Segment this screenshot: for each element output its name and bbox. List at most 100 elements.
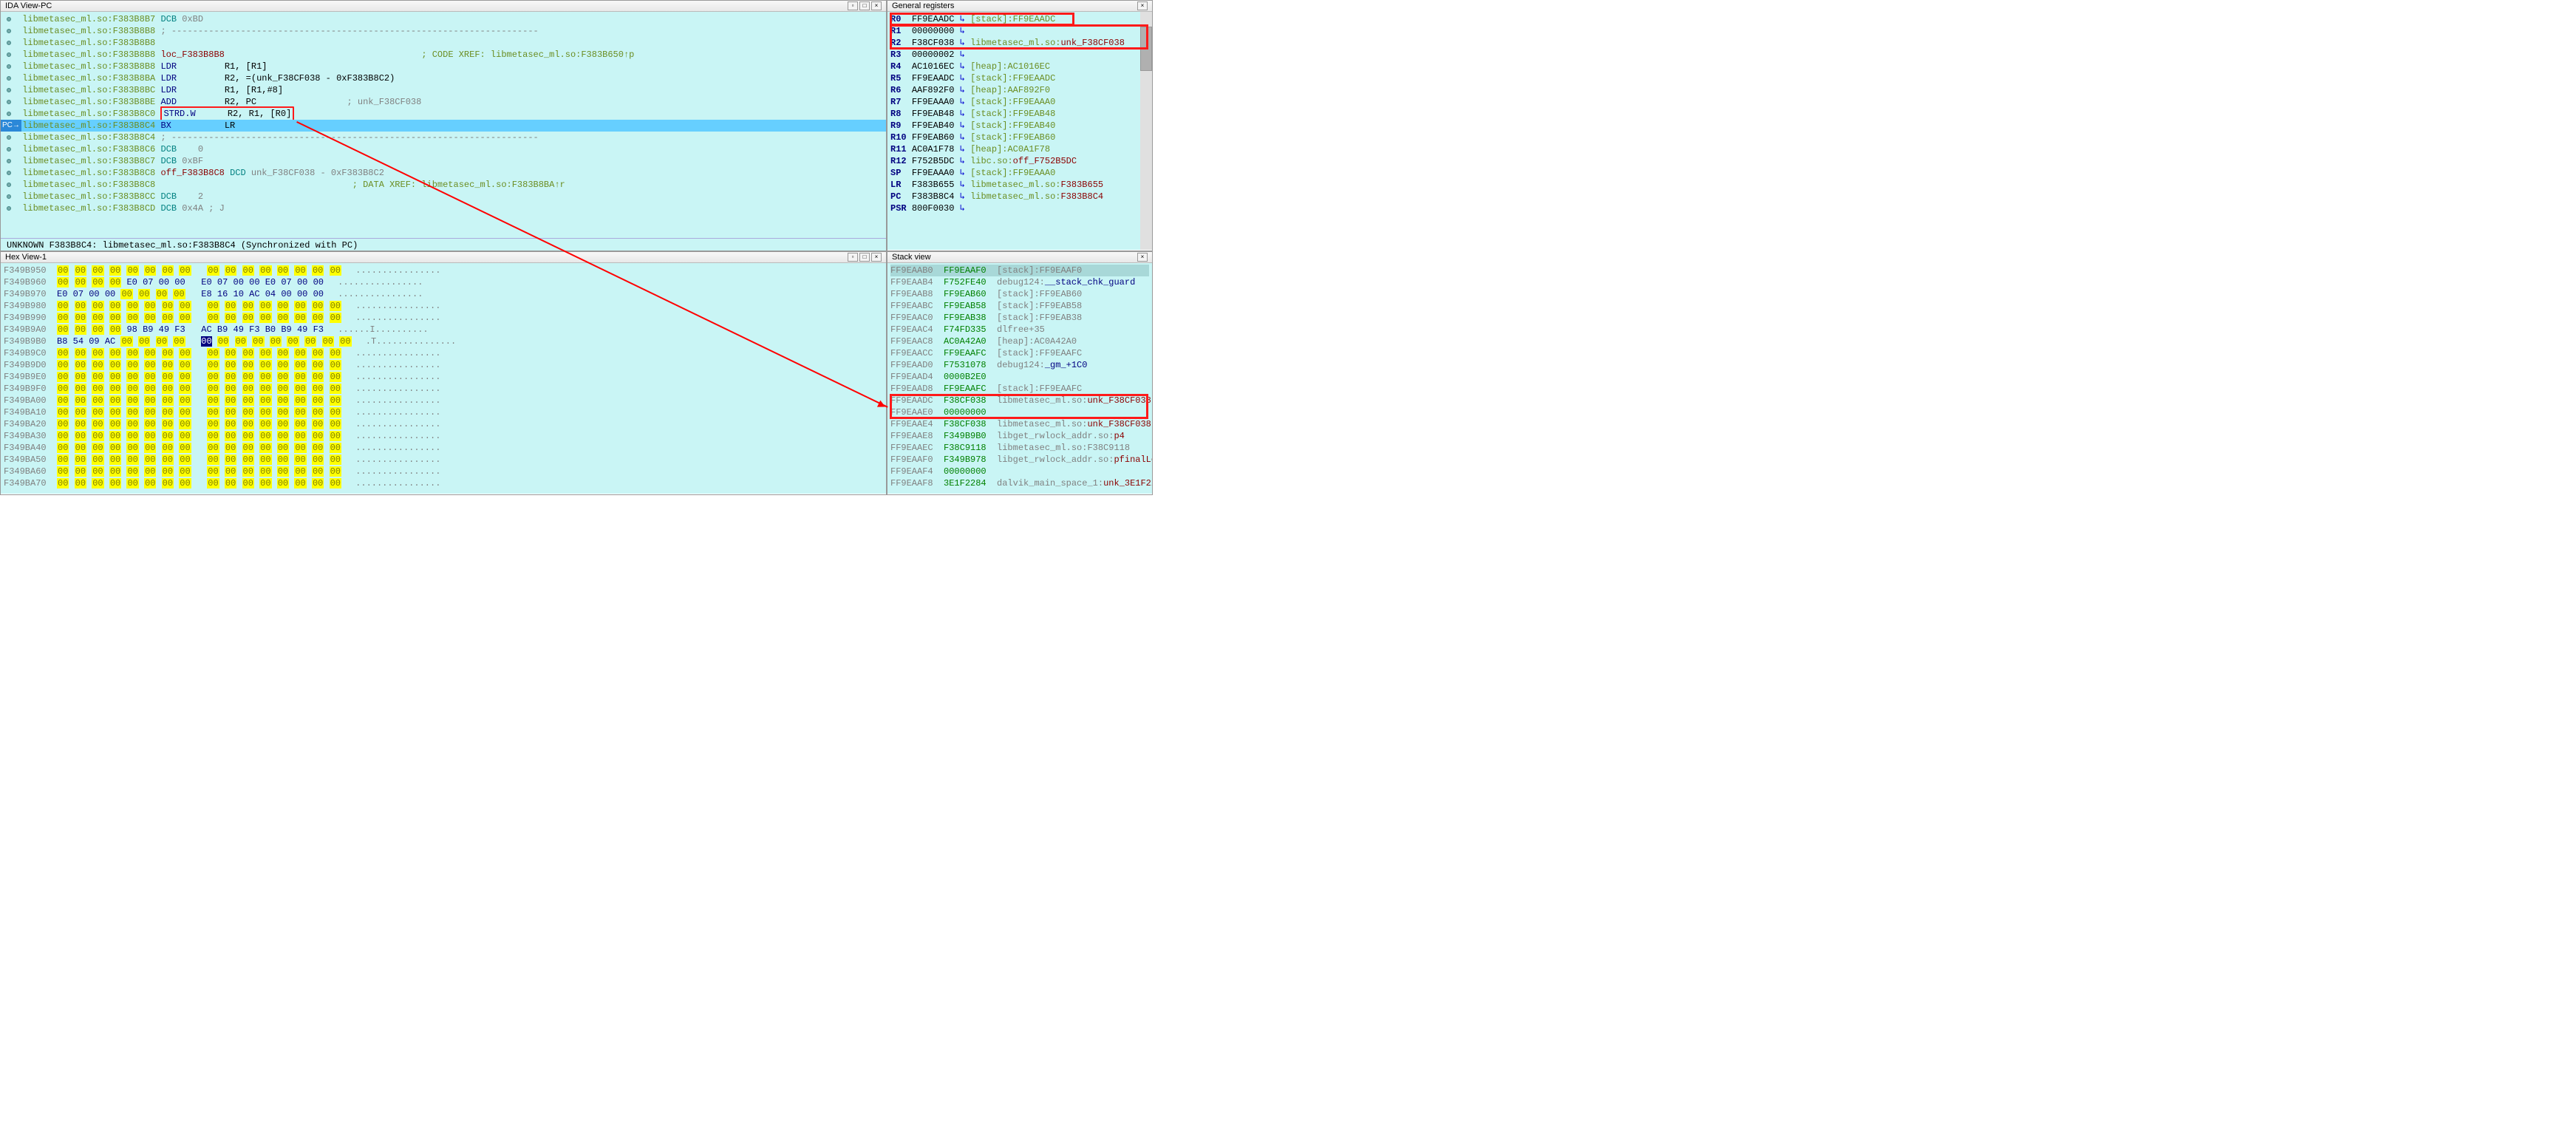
register-row[interactable]: R12 F752B5DC ↳ libc.so:off_F752B5DC — [890, 155, 1149, 167]
stack-row[interactable]: FF9EAAB8 FF9EAB60 [stack]:FF9EAB60 — [890, 288, 1149, 300]
pane-float-icon[interactable]: ▫ — [848, 253, 858, 262]
disasm-line[interactable]: libmetasec_ml.so:F383B8C6 DCB 0 — [1, 143, 886, 155]
hex-listing[interactable]: F349B950 00 00 00 00 00 00 00 00 00 00 0… — [1, 263, 886, 494]
pane-float-icon[interactable]: ▫ — [848, 1, 858, 10]
hex-row[interactable]: F349BA10 00 00 00 00 00 00 00 00 00 00 0… — [4, 406, 883, 418]
disasm-line[interactable]: libmetasec_ml.so:F383B8BC LDR R1, [R1,#8… — [1, 84, 886, 96]
register-row[interactable]: R6 AAF892F0 ↳ [heap]:AAF892F0 — [890, 84, 1149, 96]
pane-close-icon[interactable]: × — [871, 1, 882, 10]
hex-row[interactable]: F349B9F0 00 00 00 00 00 00 00 00 00 00 0… — [4, 383, 883, 395]
pane-close-icon[interactable]: × — [1137, 253, 1148, 262]
fold-bullet-icon[interactable] — [7, 135, 11, 140]
stack-row[interactable]: FF9EAAE8 F349B9B0 libget_rwlock_addr.so:… — [890, 430, 1149, 442]
hex-row[interactable]: F349BA70 00 00 00 00 00 00 00 00 00 00 0… — [4, 477, 883, 489]
fold-bullet-icon[interactable] — [7, 159, 11, 163]
stack-row[interactable]: FF9EAAB0 FF9EAAF0 [stack]:FF9EAAF0 — [890, 265, 1149, 276]
register-row[interactable]: SP FF9EAAA0 ↳ [stack]:FF9EAAA0 — [890, 167, 1149, 179]
stack-row[interactable]: FF9EAAE0 00000000 — [890, 406, 1149, 418]
fold-bullet-icon[interactable] — [7, 147, 11, 151]
register-row[interactable]: R4 AC1016EC ↳ [heap]:AC1016EC — [890, 61, 1149, 72]
stack-row[interactable]: FF9EAADC F38CF038 libmetasec_ml.so:unk_F… — [890, 395, 1149, 406]
register-row[interactable]: R10 FF9EAB60 ↳ [stack]:FF9EAB60 — [890, 132, 1149, 143]
fold-bullet-icon[interactable] — [7, 206, 11, 211]
fold-bullet-icon[interactable] — [7, 52, 11, 57]
fold-bullet-icon[interactable] — [7, 183, 11, 187]
stack-row[interactable]: FF9EAAC8 AC0A42A0 [heap]:AC0A42A0 — [890, 336, 1149, 347]
disasm-line[interactable]: libmetasec_ml.so:F383B8BE ADD R2, PC ; u… — [1, 96, 886, 108]
stack-row[interactable]: FF9EAAD8 FF9EAAFC [stack]:FF9EAAFC — [890, 383, 1149, 395]
fold-bullet-icon[interactable] — [7, 64, 11, 69]
stack-row[interactable]: FF9EAAE4 F38CF038 libmetasec_ml.so:unk_F… — [890, 418, 1149, 430]
register-row[interactable]: PSR 800F0030 ↳ — [890, 202, 1149, 214]
stack-row[interactable]: FF9EAAD4 0000B2E0 — [890, 371, 1149, 383]
disasm-line[interactable]: libmetasec_ml.so:F383B8BA LDR R2, =(unk_… — [1, 72, 886, 84]
stack-row[interactable]: FF9EAABC FF9EAB58 [stack]:FF9EAB58 — [890, 300, 1149, 312]
disasm-line[interactable]: libmetasec_ml.so:F383B8C0 STRD.W R2, R1,… — [1, 108, 886, 120]
disasm-line[interactable]: libmetasec_ml.so:F383B8C7 DCB 0xBF — [1, 155, 886, 167]
register-row[interactable]: R8 FF9EAB48 ↳ [stack]:FF9EAB48 — [890, 108, 1149, 120]
hex-row[interactable]: F349BA30 00 00 00 00 00 00 00 00 00 00 0… — [4, 430, 883, 442]
stack-listing[interactable]: FF9EAAB0 FF9EAAF0 [stack]:FF9EAAF0FF9EAA… — [887, 263, 1152, 494]
hex-row[interactable]: F349B9B0 B8 54 09 AC 00 00 00 00 00 00 0… — [4, 336, 883, 347]
disasm-line[interactable]: libmetasec_ml.so:F383B8CD DCB 0x4A ; J — [1, 202, 886, 214]
disasm-line[interactable]: libmetasec_ml.so:F383B8B8 LDR R1, [R1] — [1, 61, 886, 72]
register-row[interactable]: R11 AC0A1F78 ↳ [heap]:AC0A1F78 — [890, 143, 1149, 155]
disassembly-listing[interactable]: libmetasec_ml.so:F383B8B7 DCB 0xBD libme… — [1, 12, 886, 238]
fold-bullet-icon[interactable] — [7, 76, 11, 81]
stack-row[interactable]: FF9EAAF4 00000000 — [890, 466, 1149, 477]
fold-bullet-icon[interactable] — [7, 29, 11, 33]
hex-row[interactable]: F349BA40 00 00 00 00 00 00 00 00 00 00 0… — [4, 442, 883, 454]
disasm-line[interactable]: libmetasec_ml.so:F383B8B7 DCB 0xBD — [1, 13, 886, 25]
disasm-line[interactable]: libmetasec_ml.so:F383B8B8 — [1, 37, 886, 49]
stack-row[interactable]: FF9EAAF8 3E1F2284 dalvik_main_space_1:un… — [890, 477, 1149, 489]
hex-row[interactable]: F349BA60 00 00 00 00 00 00 00 00 00 00 0… — [4, 466, 883, 477]
hex-row[interactable]: F349B9A0 00 00 00 00 98 B9 49 F3 AC B9 4… — [4, 324, 883, 336]
registers-listing[interactable]: R0 FF9EAADC ↳ [stack]:FF9EAADCR1 0000000… — [887, 12, 1152, 250]
fold-bullet-icon[interactable] — [7, 100, 11, 104]
disasm-line[interactable]: libmetasec_ml.so:F383B8B8 loc_F383B8B8 ;… — [1, 49, 886, 61]
stack-row[interactable]: FF9EAAB4 F752FE40 debug124:__stack_chk_g… — [890, 276, 1149, 288]
disasm-line[interactable]: libmetasec_ml.so:F383B8B8 ; ------------… — [1, 25, 886, 37]
pane-max-icon[interactable]: □ — [859, 253, 870, 262]
hex-row[interactable]: F349BA00 00 00 00 00 00 00 00 00 00 00 0… — [4, 395, 883, 406]
stack-row[interactable]: FF9EAAD0 F7531078 debug124:_gm_+1C0 — [890, 359, 1149, 371]
hex-row[interactable]: F349B9E0 00 00 00 00 00 00 00 00 00 00 0… — [4, 371, 883, 383]
stack-row[interactable]: FF9EAACC FF9EAAFC [stack]:FF9EAAFC — [890, 347, 1149, 359]
pane-close-icon[interactable]: × — [871, 253, 882, 262]
pane-close-icon[interactable]: × — [1137, 1, 1148, 10]
hex-row[interactable]: F349B950 00 00 00 00 00 00 00 00 00 00 0… — [4, 265, 883, 276]
hex-row[interactable]: F349B9C0 00 00 00 00 00 00 00 00 00 00 0… — [4, 347, 883, 359]
fold-bullet-icon[interactable] — [7, 88, 11, 92]
hex-row[interactable]: F349B970 E0 07 00 00 00 00 00 00 E8 16 1… — [4, 288, 883, 300]
hex-row[interactable]: F349B980 00 00 00 00 00 00 00 00 00 00 0… — [4, 300, 883, 312]
disasm-line[interactable]: libmetasec_ml.so:F383B8C8 ; DATA XREF: l… — [1, 179, 886, 191]
disasm-line[interactable]: PC→ libmetasec_ml.so:F383B8C4 BX LR — [1, 120, 886, 132]
register-row[interactable]: R3 00000002 ↳ — [890, 49, 1149, 61]
fold-bullet-icon[interactable] — [7, 112, 11, 116]
fold-bullet-icon[interactable] — [7, 41, 11, 45]
register-row[interactable]: LR F383B655 ↳ libmetasec_ml.so:F383B655 — [890, 179, 1149, 191]
register-row[interactable]: R7 FF9EAAA0 ↳ [stack]:FF9EAAA0 — [890, 96, 1149, 108]
hex-row[interactable]: F349BA20 00 00 00 00 00 00 00 00 00 00 0… — [4, 418, 883, 430]
hex-row[interactable]: F349B990 00 00 00 00 00 00 00 00 00 00 0… — [4, 312, 883, 324]
disasm-line[interactable]: libmetasec_ml.so:F383B8CC DCB 2 — [1, 191, 886, 202]
hex-row[interactable]: F349B9D0 00 00 00 00 00 00 00 00 00 00 0… — [4, 359, 883, 371]
hex-row[interactable]: F349B960 00 00 00 00 E0 07 00 00 E0 07 0… — [4, 276, 883, 288]
disasm-line[interactable]: libmetasec_ml.so:F383B8C4 ; ------------… — [1, 132, 886, 143]
fold-bullet-icon[interactable] — [7, 171, 11, 175]
register-row[interactable]: R5 FF9EAADC ↳ [stack]:FF9EAADC — [890, 72, 1149, 84]
stack-row[interactable]: FF9EAAEC F38C9118 libmetasec_ml.so:F38C9… — [890, 442, 1149, 454]
pane-max-icon[interactable]: □ — [859, 1, 870, 10]
register-row[interactable]: R9 FF9EAB40 ↳ [stack]:FF9EAB40 — [890, 120, 1149, 132]
register-row[interactable]: PC F383B8C4 ↳ libmetasec_ml.so:F383B8C4 — [890, 191, 1149, 202]
disasm-line[interactable]: libmetasec_ml.so:F383B8C8 off_F383B8C8 D… — [1, 167, 886, 179]
register-row[interactable]: R0 FF9EAADC ↳ [stack]:FF9EAADC — [890, 13, 1149, 25]
fold-bullet-icon[interactable] — [7, 17, 11, 21]
register-row[interactable]: R1 00000000 ↳ — [890, 25, 1149, 37]
fold-bullet-icon[interactable] — [7, 194, 11, 199]
stack-row[interactable]: FF9EAAC4 F74FD335 dlfree+35 — [890, 324, 1149, 336]
stack-row[interactable]: FF9EAAF0 F349B978 libget_rwlock_addr.so:… — [890, 454, 1149, 466]
hex-row[interactable]: F349BA50 00 00 00 00 00 00 00 00 00 00 0… — [4, 454, 883, 466]
register-row[interactable]: R2 F38CF038 ↳ libmetasec_ml.so:unk_F38CF… — [890, 37, 1149, 49]
stack-row[interactable]: FF9EAAC0 FF9EAB38 [stack]:FF9EAB38 — [890, 312, 1149, 324]
